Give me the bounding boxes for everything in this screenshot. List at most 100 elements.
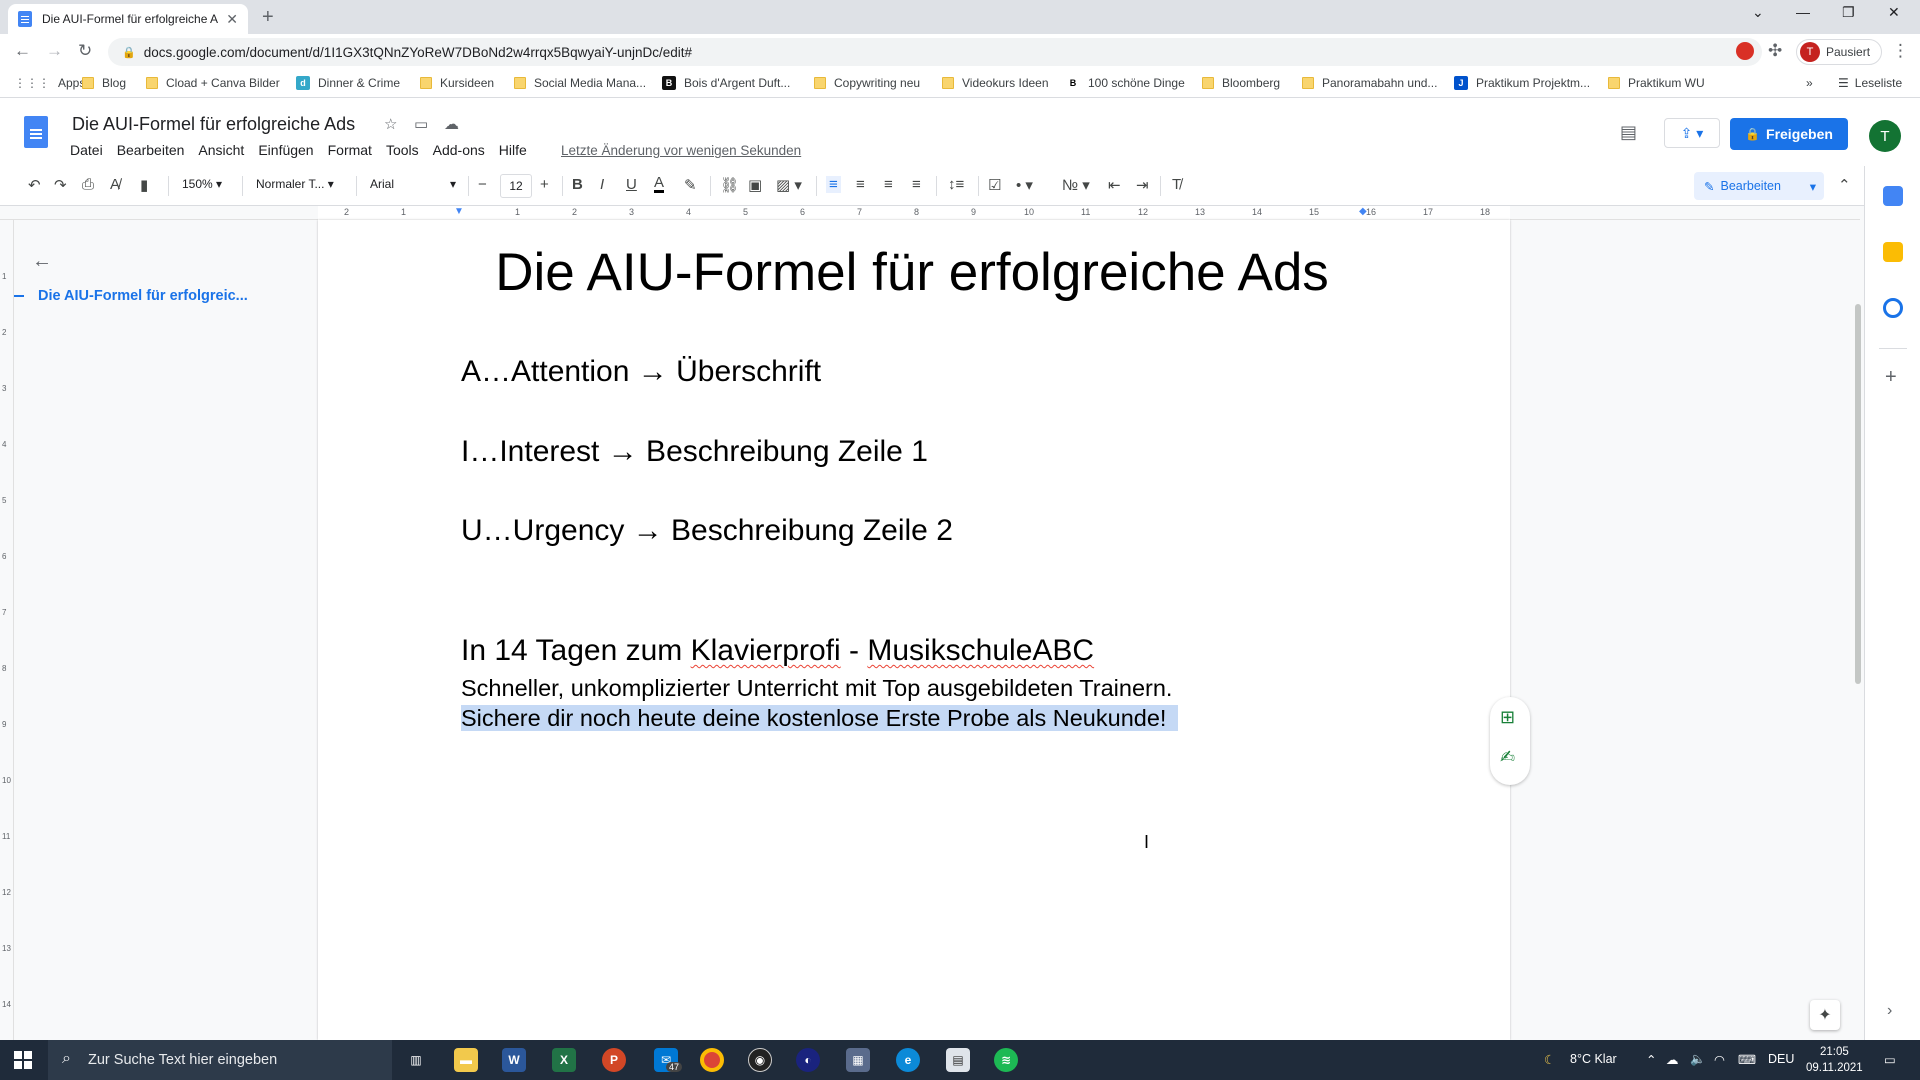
language-indicator[interactable]: DEU (1768, 1052, 1794, 1066)
file-explorer-icon[interactable]: ▬ (454, 1048, 478, 1072)
bookmark-folder-praktikum-wu[interactable]: Praktikum WU (1608, 76, 1705, 90)
more-bookmarks-icon[interactable]: » (1806, 76, 1813, 90)
menu-addons[interactable]: Add-ons (433, 142, 485, 158)
align-justify-icon[interactable]: ≡ (912, 176, 921, 193)
share-button[interactable]: 🔒 Freigeben (1730, 118, 1848, 150)
notepad-icon[interactable]: ▤ (946, 1048, 970, 1072)
calendar-icon[interactable] (1883, 186, 1903, 206)
style-select[interactable]: Normaler T... ▾ (256, 177, 334, 191)
explore-icon[interactable]: ✦ (1810, 1000, 1840, 1030)
app-icon[interactable]: ◐ (796, 1048, 820, 1072)
insert-link-icon[interactable]: ⛓ (720, 176, 739, 194)
selected-text[interactable]: Sichere dir noch heute deine kostenlose … (461, 705, 1179, 731)
menu-hilfe[interactable]: Hilfe (499, 142, 527, 158)
weather-text[interactable]: 8°C Klar (1570, 1052, 1617, 1066)
windows-start-icon[interactable] (14, 1051, 32, 1069)
paint-format-icon[interactable]: ▮ (140, 176, 148, 194)
close-tab-icon[interactable]: ✕ (226, 11, 238, 28)
bookmark-folder-blog[interactable]: Blog (82, 76, 126, 90)
menu-einfuegen[interactable]: Einfügen (258, 142, 313, 158)
indent-marker-icon[interactable]: ▼ (454, 206, 464, 217)
extensions-puzzle-icon[interactable]: ✣ (1768, 41, 1782, 61)
bookmark-folder-kursideen[interactable]: Kursideen (420, 76, 494, 90)
move-folder-icon[interactable]: ▭ (414, 115, 428, 133)
menu-tools[interactable]: Tools (386, 142, 419, 158)
spellcheck-icon[interactable]: A̸ (110, 176, 120, 193)
bookmark-100-schoene-dinge[interactable]: B 100 schöne Dinge (1066, 76, 1185, 90)
numbered-list-icon[interactable]: № ▾ (1062, 176, 1090, 194)
line-spacing-icon[interactable]: ↕≡ (948, 176, 964, 193)
close-outline-icon[interactable]: ← (32, 250, 52, 273)
menu-datei[interactable]: Datei (70, 142, 103, 158)
last-edit-link[interactable]: Letzte Änderung vor wenigen Sekunden (561, 143, 801, 158)
add-comment-icon[interactable]: ▣ (748, 176, 762, 194)
line-attention[interactable]: A…Attention → Überschrift (461, 355, 821, 389)
misspelled-word[interactable]: MusikschuleABC (867, 634, 1094, 667)
wifi-icon[interactable]: ◠ (1714, 1052, 1725, 1067)
increase-font-size-icon[interactable]: + (540, 176, 549, 193)
comment-history-icon[interactable]: ▤ (1620, 122, 1637, 143)
add-addon-icon[interactable]: + (1885, 366, 1897, 389)
font-select[interactable]: Arial ▾ (370, 177, 460, 191)
bookmark-folder-bloomberg[interactable]: Bloomberg (1202, 76, 1280, 90)
edge-icon[interactable]: e (896, 1048, 920, 1072)
outline-heading-item[interactable]: Die AIU-Formel für erfolgreic... (14, 288, 248, 304)
align-left-icon[interactable]: ≡ (826, 176, 841, 193)
line-urgency[interactable]: U…Urgency → Beschreibung Zeile 2 (461, 514, 953, 548)
ad-description-line-1[interactable]: Schneller, unkomplizierter Unterricht mi… (461, 675, 1172, 702)
scrollbar-thumb[interactable] (1855, 304, 1861, 684)
url-bar[interactable]: 🔒 docs.google.com/document/d/1I1GX3tQNnZ… (108, 38, 1762, 66)
zoom-select[interactable]: 150% ▾ (182, 177, 222, 191)
notifications-icon[interactable]: ▭ (1884, 1052, 1896, 1067)
bookmark-dinner-crime[interactable]: d Dinner & Crime (296, 76, 400, 90)
menu-bearbeiten[interactable]: Bearbeiten (117, 142, 185, 158)
chrome-icon[interactable] (700, 1048, 724, 1072)
italic-icon[interactable]: I (600, 176, 604, 193)
bookmark-folder-videokurs[interactable]: Videokurs Ideen (942, 76, 1049, 90)
expand-panel-icon[interactable]: › (1887, 1002, 1892, 1020)
editing-mode-select[interactable]: ✎ Bearbeiten ▾ (1694, 172, 1824, 200)
document-title[interactable]: Die AUI-Formel für erfolgreiche Ads (72, 114, 355, 135)
reading-list-button[interactable]: ☰ Leseliste (1838, 76, 1902, 90)
browser-menu-icon[interactable]: ⋮ (1892, 41, 1909, 61)
bulleted-list-icon[interactable]: • ▾ (1016, 176, 1033, 194)
bold-icon[interactable]: B (572, 176, 583, 193)
tasks-icon[interactable] (1883, 298, 1903, 318)
redo-icon[interactable]: ↷ (54, 176, 67, 194)
lock-icon[interactable]: 🔒 (122, 46, 136, 59)
highlight-color-icon[interactable]: ✎ (684, 176, 697, 194)
print-icon[interactable]: ⎙ (82, 176, 94, 193)
align-center-icon[interactable]: ≡ (856, 176, 865, 193)
ad-description-line-2[interactable]: Sichere dir noch heute deine kostenlose … (461, 705, 1179, 732)
checklist-icon[interactable]: ☑ (988, 176, 1001, 194)
vertical-scrollbar[interactable] (1852, 220, 1864, 1040)
bookmark-folder-cload[interactable]: Cload + Canva Bilder (146, 76, 280, 90)
collapse-menus-icon[interactable]: ⌃ (1838, 176, 1851, 194)
volume-icon[interactable]: 🔈 (1690, 1052, 1706, 1067)
system-clock[interactable]: 21:05 09.11.2021 (1806, 1044, 1863, 1076)
weather-icon[interactable]: ☾ (1544, 1052, 1555, 1067)
excel-icon[interactable]: X (552, 1048, 576, 1072)
docs-logo-icon[interactable] (24, 116, 48, 148)
ad-headline[interactable]: In 14 Tagen zum Klavierprofi - Musikschu… (461, 634, 1094, 668)
new-tab-icon[interactable]: + (262, 6, 274, 29)
font-size-input[interactable]: 12 (500, 174, 532, 198)
minimize-icon[interactable]: — (1796, 4, 1810, 20)
back-icon[interactable]: ← (14, 41, 31, 61)
increase-indent-icon[interactable]: ⇥ (1136, 176, 1149, 194)
powerpoint-icon[interactable]: P (602, 1048, 626, 1072)
task-view-icon[interactable]: ▥ (404, 1048, 428, 1072)
tray-chevron-icon[interactable]: ⌃ (1646, 1052, 1656, 1067)
menu-format[interactable]: Format (328, 142, 372, 158)
onedrive-icon[interactable]: ☁ (1666, 1052, 1679, 1067)
keyboard-icon[interactable]: ⌨ (1738, 1052, 1756, 1067)
align-right-icon[interactable]: ≡ (884, 176, 893, 193)
decrease-indent-icon[interactable]: ⇤ (1108, 176, 1121, 194)
underline-icon[interactable]: U (626, 176, 637, 193)
word-icon[interactable]: W (502, 1048, 526, 1072)
star-icon[interactable]: ☆ (384, 115, 397, 133)
decrease-font-size-icon[interactable]: − (478, 176, 487, 193)
cloud-status-icon[interactable]: ☁ (444, 115, 459, 133)
restore-icon[interactable]: ❐ (1842, 4, 1855, 21)
app-icon[interactable]: ▦ (846, 1048, 870, 1072)
